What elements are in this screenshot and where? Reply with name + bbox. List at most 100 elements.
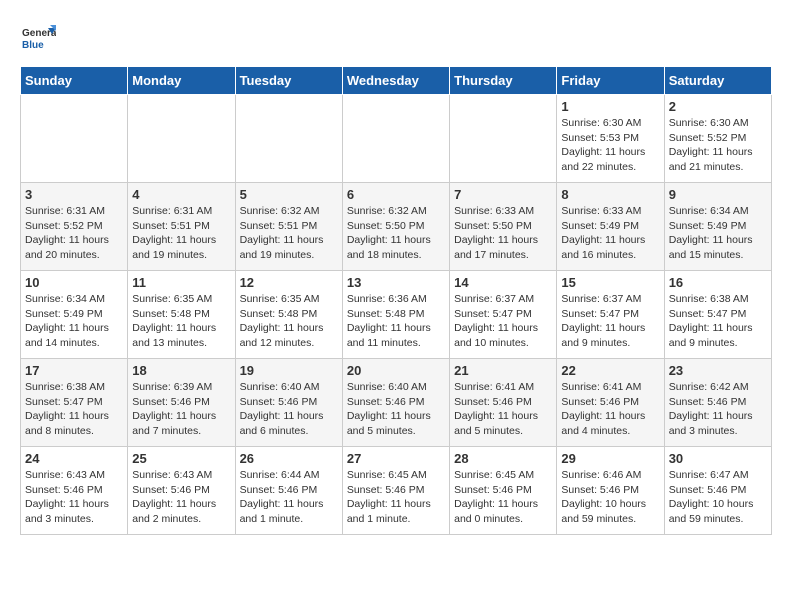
calendar-cell: 9 Sunrise: 6:34 AM Sunset: 5:49 PM Daylig… — [664, 183, 771, 271]
day-number: 6 — [347, 187, 445, 202]
day-info: Sunrise: 6:40 AM Sunset: 5:46 PM Dayligh… — [240, 380, 338, 439]
calendar-cell — [450, 95, 557, 183]
day-number: 12 — [240, 275, 338, 290]
day-number: 26 — [240, 451, 338, 466]
calendar-cell: 14 Sunrise: 6:37 AM Sunset: 5:47 PM Dayli… — [450, 271, 557, 359]
calendar-cell: 7Sunrise: 6:33 AM Sunset: 5:50 PM Daylig… — [450, 183, 557, 271]
calendar-cell: 3 Sunrise: 6:31 AM Sunset: 5:52 PM Daylig… — [21, 183, 128, 271]
calendar-cell — [128, 95, 235, 183]
day-info: Sunrise: 6:39 AM Sunset: 5:46 PM Dayligh… — [132, 380, 230, 439]
day-info: Sunrise: 6:35 AM Sunset: 5:48 PM Dayligh… — [132, 292, 230, 351]
header-friday: Friday — [557, 67, 664, 95]
header-tuesday: Tuesday — [235, 67, 342, 95]
day-number: 23 — [669, 363, 767, 378]
day-number: 14 — [454, 275, 552, 290]
logo: General Blue — [20, 20, 60, 56]
calendar-cell: 28 Sunrise: 6:45 AM Sunset: 5:46 PM Dayli… — [450, 447, 557, 535]
calendar-cell: 19 Sunrise: 6:40 AM Sunset: 5:46 PM Dayli… — [235, 359, 342, 447]
day-number: 11 — [132, 275, 230, 290]
calendar-cell — [342, 95, 449, 183]
day-info: Sunrise: 6:43 AM Sunset: 5:46 PM Dayligh… — [25, 468, 123, 527]
day-info: Sunrise: 6:46 AM Sunset: 5:46 PM Dayligh… — [561, 468, 659, 527]
day-number: 5 — [240, 187, 338, 202]
day-info: Sunrise: 6:33 AM Sunset: 5:49 PM Dayligh… — [561, 204, 659, 263]
day-info: Sunrise: 6:31 AM Sunset: 5:51 PM Dayligh… — [132, 204, 230, 263]
calendar-week-1: 3 Sunrise: 6:31 AM Sunset: 5:52 PM Daylig… — [21, 183, 772, 271]
day-info: Sunrise: 6:36 AM Sunset: 5:48 PM Dayligh… — [347, 292, 445, 351]
svg-text:Blue: Blue — [22, 40, 44, 51]
day-number: 10 — [25, 275, 123, 290]
calendar-cell: 24 Sunrise: 6:43 AM Sunset: 5:46 PM Dayli… — [21, 447, 128, 535]
day-info: Sunrise: 6:30 AM Sunset: 5:53 PM Dayligh… — [561, 116, 659, 175]
calendar-cell: 30 Sunrise: 6:47 AM Sunset: 5:46 PM Dayli… — [664, 447, 771, 535]
day-number: 13 — [347, 275, 445, 290]
day-number: 27 — [347, 451, 445, 466]
calendar-cell: 12 Sunrise: 6:35 AM Sunset: 5:48 PM Dayli… — [235, 271, 342, 359]
calendar-cell: 5 Sunrise: 6:32 AM Sunset: 5:51 PM Daylig… — [235, 183, 342, 271]
calendar-cell: 4 Sunrise: 6:31 AM Sunset: 5:51 PM Daylig… — [128, 183, 235, 271]
calendar-cell — [21, 95, 128, 183]
calendar-cell: 25 Sunrise: 6:43 AM Sunset: 5:46 PM Dayli… — [128, 447, 235, 535]
calendar-cell: 15 Sunrise: 6:37 AM Sunset: 5:47 PM Dayli… — [557, 271, 664, 359]
day-info: Sunrise: 6:41 AM Sunset: 5:46 PM Dayligh… — [561, 380, 659, 439]
day-info: Sunrise: 6:40 AM Sunset: 5:46 PM Dayligh… — [347, 380, 445, 439]
day-info: Sunrise: 6:34 AM Sunset: 5:49 PM Dayligh… — [669, 204, 767, 263]
day-number: 19 — [240, 363, 338, 378]
header-sunday: Sunday — [21, 67, 128, 95]
day-info: Sunrise: 6:31 AM Sunset: 5:52 PM Dayligh… — [25, 204, 123, 263]
calendar-cell: 17 Sunrise: 6:38 AM Sunset: 5:47 PM Dayli… — [21, 359, 128, 447]
day-number: 9 — [669, 187, 767, 202]
day-number: 16 — [669, 275, 767, 290]
day-number: 30 — [669, 451, 767, 466]
header-saturday: Saturday — [664, 67, 771, 95]
day-number: 3 — [25, 187, 123, 202]
day-number: 7 — [454, 187, 552, 202]
day-number: 8 — [561, 187, 659, 202]
day-number: 17 — [25, 363, 123, 378]
day-info: Sunrise: 6:37 AM Sunset: 5:47 PM Dayligh… — [561, 292, 659, 351]
calendar-cell: 18 Sunrise: 6:39 AM Sunset: 5:46 PM Dayli… — [128, 359, 235, 447]
calendar-cell: 29Sunrise: 6:46 AM Sunset: 5:46 PM Dayli… — [557, 447, 664, 535]
calendar-week-3: 17 Sunrise: 6:38 AM Sunset: 5:47 PM Dayli… — [21, 359, 772, 447]
header-wednesday: Wednesday — [342, 67, 449, 95]
calendar-week-4: 24 Sunrise: 6:43 AM Sunset: 5:46 PM Dayli… — [21, 447, 772, 535]
day-number: 22 — [561, 363, 659, 378]
day-number: 25 — [132, 451, 230, 466]
day-info: Sunrise: 6:35 AM Sunset: 5:48 PM Dayligh… — [240, 292, 338, 351]
calendar-cell: 27 Sunrise: 6:45 AM Sunset: 5:46 PM Dayli… — [342, 447, 449, 535]
calendar-cell: 13 Sunrise: 6:36 AM Sunset: 5:48 PM Dayli… — [342, 271, 449, 359]
day-number: 20 — [347, 363, 445, 378]
day-number: 18 — [132, 363, 230, 378]
calendar-cell — [235, 95, 342, 183]
calendar-week-0: 1 Sunrise: 6:30 AM Sunset: 5:53 PM Daylig… — [21, 95, 772, 183]
calendar-cell: 11 Sunrise: 6:35 AM Sunset: 5:48 PM Dayli… — [128, 271, 235, 359]
day-number: 15 — [561, 275, 659, 290]
day-info: Sunrise: 6:38 AM Sunset: 5:47 PM Dayligh… — [25, 380, 123, 439]
calendar-cell: 26Sunrise: 6:44 AM Sunset: 5:46 PM Dayli… — [235, 447, 342, 535]
header-monday: Monday — [128, 67, 235, 95]
day-info: Sunrise: 6:45 AM Sunset: 5:46 PM Dayligh… — [454, 468, 552, 527]
calendar-table: SundayMondayTuesdayWednesdayThursdayFrid… — [20, 66, 772, 535]
page-header: General Blue — [20, 20, 772, 56]
day-info: Sunrise: 6:43 AM Sunset: 5:46 PM Dayligh… — [132, 468, 230, 527]
calendar-header-row: SundayMondayTuesdayWednesdayThursdayFrid… — [21, 67, 772, 95]
calendar-cell: 21Sunrise: 6:41 AM Sunset: 5:46 PM Dayli… — [450, 359, 557, 447]
calendar-cell: 22 Sunrise: 6:41 AM Sunset: 5:46 PM Dayli… — [557, 359, 664, 447]
calendar-cell: 1 Sunrise: 6:30 AM Sunset: 5:53 PM Daylig… — [557, 95, 664, 183]
day-number: 4 — [132, 187, 230, 202]
day-number: 2 — [669, 99, 767, 114]
logo-icon: General Blue — [20, 20, 56, 56]
day-info: Sunrise: 6:32 AM Sunset: 5:50 PM Dayligh… — [347, 204, 445, 263]
day-info: Sunrise: 6:47 AM Sunset: 5:46 PM Dayligh… — [669, 468, 767, 527]
day-info: Sunrise: 6:45 AM Sunset: 5:46 PM Dayligh… — [347, 468, 445, 527]
day-number: 28 — [454, 451, 552, 466]
day-info: Sunrise: 6:32 AM Sunset: 5:51 PM Dayligh… — [240, 204, 338, 263]
calendar-cell: 20 Sunrise: 6:40 AM Sunset: 5:46 PM Dayli… — [342, 359, 449, 447]
calendar-cell: 8 Sunrise: 6:33 AM Sunset: 5:49 PM Daylig… — [557, 183, 664, 271]
calendar-cell: 23Sunrise: 6:42 AM Sunset: 5:46 PM Dayli… — [664, 359, 771, 447]
day-info: Sunrise: 6:34 AM Sunset: 5:49 PM Dayligh… — [25, 292, 123, 351]
day-number: 1 — [561, 99, 659, 114]
day-number: 24 — [25, 451, 123, 466]
day-info: Sunrise: 6:37 AM Sunset: 5:47 PM Dayligh… — [454, 292, 552, 351]
calendar-week-2: 10 Sunrise: 6:34 AM Sunset: 5:49 PM Dayli… — [21, 271, 772, 359]
